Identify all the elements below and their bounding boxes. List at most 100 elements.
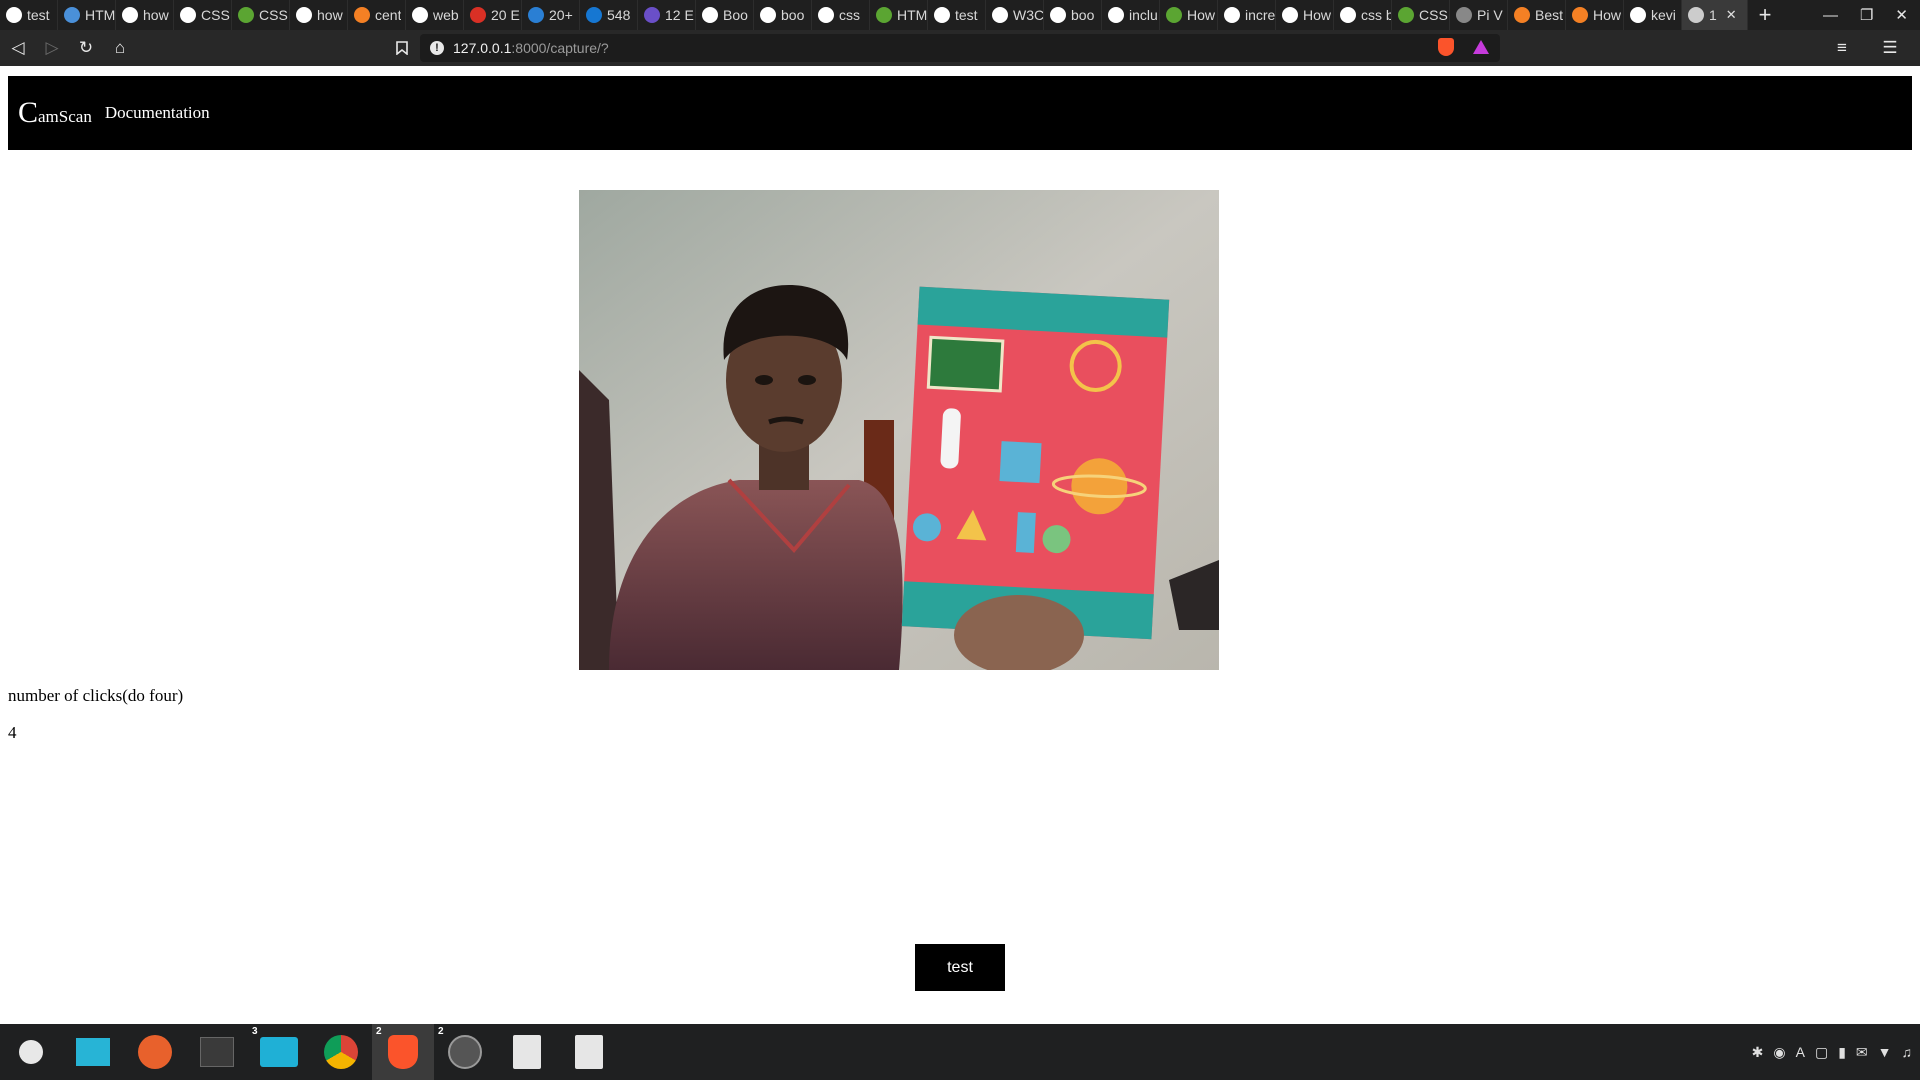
home-icon[interactable]: ⌂ (104, 32, 136, 64)
browser-toolbar: ◁ ▷ ↻ ⌂ ! 127.0.0.1 :8000/capture/? ≡ ☰ (0, 30, 1920, 66)
keyboard-icon[interactable]: A (1796, 1044, 1805, 1060)
brave-icon[interactable]: 2 (372, 1024, 434, 1080)
tab-title: CSS (201, 7, 230, 23)
browser-tab[interactable]: Best (1508, 0, 1566, 30)
brand-initial: C (18, 96, 39, 129)
browser-tab[interactable]: CSS (174, 0, 232, 30)
test-button[interactable]: test (915, 944, 1005, 991)
browser-tab[interactable]: How (1160, 0, 1218, 30)
browser-tab[interactable]: How (1276, 0, 1334, 30)
firefox-icon[interactable] (124, 1024, 186, 1080)
css-tricks-icon (1398, 7, 1414, 23)
webcam-video (579, 190, 1219, 670)
tab-title: 548 (607, 7, 631, 23)
sound-icon[interactable]: ♫ (1902, 1044, 1913, 1060)
click-count-label: number of clicks(do four) (8, 686, 184, 705)
google-icon (6, 7, 22, 23)
chrome-icon[interactable] (310, 1024, 372, 1080)
tab-title: boo (781, 7, 805, 23)
css-tricks-icon (1166, 7, 1182, 23)
bluetooth-icon[interactable]: ✱ (1752, 1044, 1764, 1061)
browser-tab[interactable]: how (290, 0, 348, 30)
tab-title: 1 (1709, 7, 1717, 23)
atom-icon[interactable]: 2 (434, 1024, 496, 1080)
browser-tab[interactable]: HTM (870, 0, 928, 30)
tab-title: inclu (1129, 7, 1158, 23)
tab-title: test (27, 7, 50, 23)
site-info-icon[interactable]: ! (430, 41, 444, 55)
new-tab-button[interactable]: + (1748, 2, 1782, 28)
address-bar[interactable]: ! 127.0.0.1 :8000/capture/? (420, 34, 1500, 62)
html-icon (64, 7, 80, 23)
browser-tab[interactable]: test (928, 0, 986, 30)
browser-tab[interactable]: web (406, 0, 464, 30)
terminal-icon[interactable] (186, 1024, 248, 1080)
url-host: 127.0.0.1 (453, 40, 512, 56)
forward-icon[interactable]: ▷ (36, 32, 68, 64)
tab-title: boo (1071, 7, 1095, 23)
brave-rewards-icon[interactable] (1473, 40, 1489, 54)
globe-icon (1456, 7, 1472, 23)
browser-tab[interactable]: 548 (580, 0, 638, 30)
browser-tab[interactable]: kevi (1624, 0, 1682, 30)
browser-tab[interactable]: CSS (232, 0, 290, 30)
browser-tab[interactable]: 20+ (522, 0, 580, 30)
browser-tab[interactable]: 1 ✕ (1682, 0, 1748, 30)
browser-tab[interactable]: test (0, 0, 58, 30)
minimize-icon[interactable]: — (1823, 7, 1838, 24)
display-icon[interactable]: ▢ (1815, 1044, 1828, 1061)
browser-tab[interactable]: css (812, 0, 870, 30)
browser-tab[interactable]: boo (754, 0, 812, 30)
window-controls: — ❐ ✕ (1823, 0, 1908, 30)
tab-title: Pi V (1477, 7, 1503, 23)
browser-tab-strip: test HTM how CSS CSS how cent web 20 E 20+ 548 12 E… (0, 0, 1920, 30)
browser-tab[interactable]: How (1566, 0, 1624, 30)
restore-icon[interactable]: ❐ (1860, 6, 1873, 24)
brave-shields-icon[interactable] (1438, 38, 1454, 56)
files-icon[interactable]: 3 (248, 1024, 310, 1080)
mint-menu-icon[interactable] (0, 1024, 62, 1080)
show-desktop-icon[interactable] (62, 1024, 124, 1080)
close-tab-icon[interactable]: ✕ (1726, 7, 1737, 23)
stackoverflow-icon (1572, 7, 1588, 23)
github-icon (760, 7, 776, 23)
url-path: :8000/capture/? (511, 40, 609, 56)
browser-tab[interactable]: css b (1334, 0, 1392, 30)
close-window-icon[interactable]: ✕ (1895, 6, 1908, 24)
google-icon (412, 7, 428, 23)
browser-tab[interactable]: boo (1044, 0, 1102, 30)
browser-tab[interactable]: how (116, 0, 174, 30)
notifications-icon[interactable]: ✉ (1856, 1044, 1868, 1061)
media-queue-icon[interactable]: ≡ (1826, 32, 1858, 64)
browser-tab[interactable]: Boo (696, 0, 754, 30)
google-icon (1108, 7, 1124, 23)
browser-tab[interactable]: cent (348, 0, 406, 30)
browser-tab[interactable]: 12 E (638, 0, 696, 30)
brand-rest: amScan (38, 107, 92, 126)
browser-tab[interactable]: incre (1218, 0, 1276, 30)
browser-tab[interactable]: W3C (986, 0, 1044, 30)
browser-tab[interactable]: HTM (58, 0, 116, 30)
browser-tab[interactable]: 20 E (464, 0, 522, 30)
updates-icon[interactable]: ◉ (1773, 1044, 1785, 1061)
css-tricks-icon (238, 7, 254, 23)
stackoverflow-icon (1514, 7, 1530, 23)
back-icon[interactable]: ◁ (2, 32, 34, 64)
arrow-icon (528, 7, 544, 23)
click-count-value: 4 (8, 723, 17, 742)
menu-icon[interactable]: ☰ (1874, 32, 1906, 64)
site-icon (644, 7, 660, 23)
reload-icon[interactable]: ↻ (70, 32, 102, 64)
tab-title: css (839, 7, 860, 23)
nav-documentation-link[interactable]: Documentation (105, 103, 210, 123)
battery-icon[interactable]: ▮ (1838, 1044, 1846, 1061)
brand-logo[interactable]: CamScan (18, 96, 92, 130)
text-editor-icon[interactable] (558, 1024, 620, 1080)
browser-tab[interactable]: inclu (1102, 0, 1160, 30)
browser-tab[interactable]: Pi V (1450, 0, 1508, 30)
browser-tab[interactable]: CSS (1392, 0, 1450, 30)
bookmark-icon[interactable] (386, 32, 418, 64)
tab-title: how (317, 7, 343, 23)
wifi-icon[interactable]: ▼ (1878, 1044, 1892, 1060)
text-editor-icon[interactable] (496, 1024, 558, 1080)
